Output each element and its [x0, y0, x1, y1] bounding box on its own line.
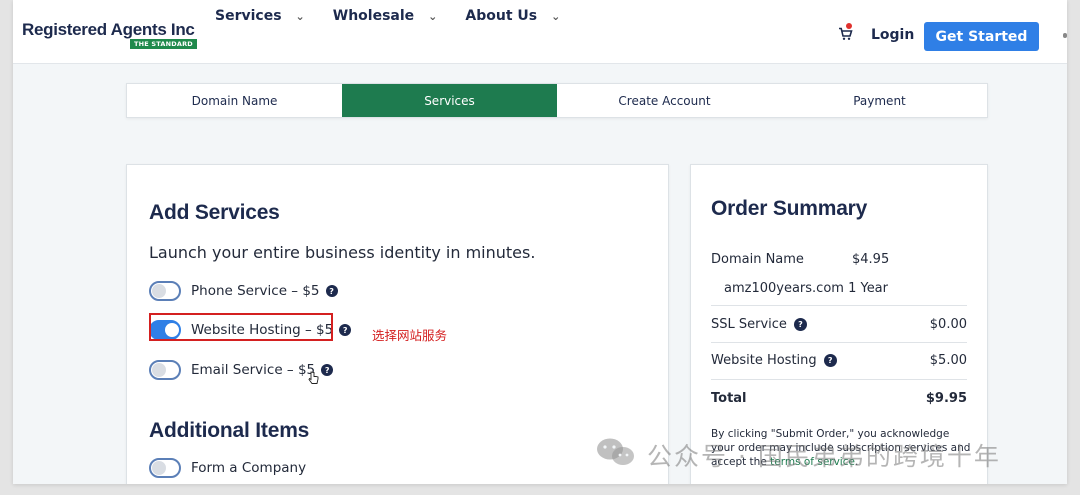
- summary-price: $0.00: [929, 317, 967, 332]
- logo-text: Registered Agents Inc: [22, 20, 195, 39]
- nav-item-services[interactable]: Services ⌄: [215, 8, 305, 24]
- checkout-steps: Domain Name Services Create Account Paym…: [126, 83, 988, 118]
- chevron-down-icon: ⌄: [428, 9, 438, 23]
- chevron-down-icon: ⌄: [295, 9, 305, 23]
- item-label: Form a Company: [191, 460, 307, 476]
- wechat-icon: [595, 437, 637, 473]
- summary-row-website-hosting: Website Hosting? $5.00: [711, 353, 967, 368]
- divider: [711, 342, 967, 343]
- main-nav: Services ⌄ Wholesale ⌄ About Us ⌄: [215, 8, 588, 24]
- overflow-indicator: [1063, 33, 1067, 38]
- total-label: Total: [711, 391, 747, 406]
- email-service-toggle[interactable]: [149, 360, 181, 380]
- form-company-toggle[interactable]: [149, 458, 181, 478]
- add-services-title: Add Services: [149, 201, 280, 224]
- summary-label: SSL Service: [711, 317, 787, 332]
- cart-icon[interactable]: [838, 23, 853, 45]
- nav-item-about-us[interactable]: About Us ⌄: [465, 8, 560, 24]
- step-domain-name[interactable]: Domain Name: [127, 84, 342, 117]
- question-circle-icon[interactable]: ?: [793, 318, 807, 331]
- annotation-highlight-box: [149, 313, 333, 341]
- annotation-text: 选择网站服务: [372, 328, 448, 343]
- step-services[interactable]: Services: [342, 84, 557, 117]
- nav-item-label: Services: [215, 8, 282, 24]
- login-link[interactable]: Login: [871, 27, 914, 43]
- logo[interactable]: Registered Agents Inc THE STANDARD: [22, 20, 197, 49]
- service-email: Email Service – $5 ?: [149, 360, 334, 380]
- order-summary-card: Order Summary Domain Name $4.95 amz100ye…: [690, 164, 988, 484]
- additional-items-title: Additional Items: [149, 419, 310, 442]
- item-form-company: Form a Company: [149, 458, 306, 478]
- nav-item-label: Wholesale: [332, 8, 415, 24]
- phone-service-toggle[interactable]: [149, 281, 181, 301]
- domain-value: amz100years.com 1 Year: [724, 281, 888, 296]
- step-create-account[interactable]: Create Account: [557, 84, 772, 117]
- summary-row-total: Total $9.95: [711, 391, 967, 406]
- nav-item-label: About Us: [465, 8, 538, 24]
- add-services-subtitle: Launch your entire business identity in …: [149, 243, 536, 262]
- site-header: Registered Agents Inc THE STANDARD Servi…: [13, 0, 1067, 64]
- watermark-text: 公众号 · 国民弟弟的跨境十年: [647, 442, 1001, 471]
- question-circle-icon[interactable]: ?: [339, 324, 352, 336]
- domain-name-label: Domain Name: [711, 252, 804, 267]
- question-circle-icon[interactable]: ?: [325, 285, 338, 297]
- cart-badge: [846, 23, 852, 29]
- summary-price: $5.00: [929, 353, 967, 368]
- pointer-cursor-icon: [308, 370, 319, 389]
- service-label: Phone Service – $5: [191, 283, 320, 299]
- service-label: Email Service – $5: [191, 362, 316, 378]
- chevron-down-icon: ⌄: [551, 9, 561, 23]
- divider: [711, 305, 967, 306]
- service-phone: Phone Service – $5 ?: [149, 281, 338, 301]
- question-circle-icon[interactable]: ?: [321, 364, 334, 376]
- summary-row-ssl: SSL Service? $0.00: [711, 317, 967, 332]
- watermark: 公众号 · 国民弟弟的跨境十年: [595, 437, 1001, 473]
- total-price: $9.95: [925, 391, 967, 406]
- summary-label: Website Hosting: [711, 353, 817, 368]
- question-circle-icon[interactable]: ?: [823, 354, 837, 367]
- step-payment[interactable]: Payment: [772, 84, 987, 117]
- divider: [711, 379, 967, 380]
- add-services-card: Add Services Launch your entire business…: [126, 164, 669, 484]
- nav-item-wholesale[interactable]: Wholesale ⌄: [333, 8, 438, 24]
- page: Registered Agents Inc THE STANDARD Servi…: [13, 0, 1067, 484]
- order-summary-title: Order Summary: [711, 197, 868, 220]
- domain-name-price: $4.95: [852, 252, 890, 267]
- logo-badge: THE STANDARD: [130, 39, 197, 49]
- get-started-button[interactable]: Get Started: [924, 22, 1039, 51]
